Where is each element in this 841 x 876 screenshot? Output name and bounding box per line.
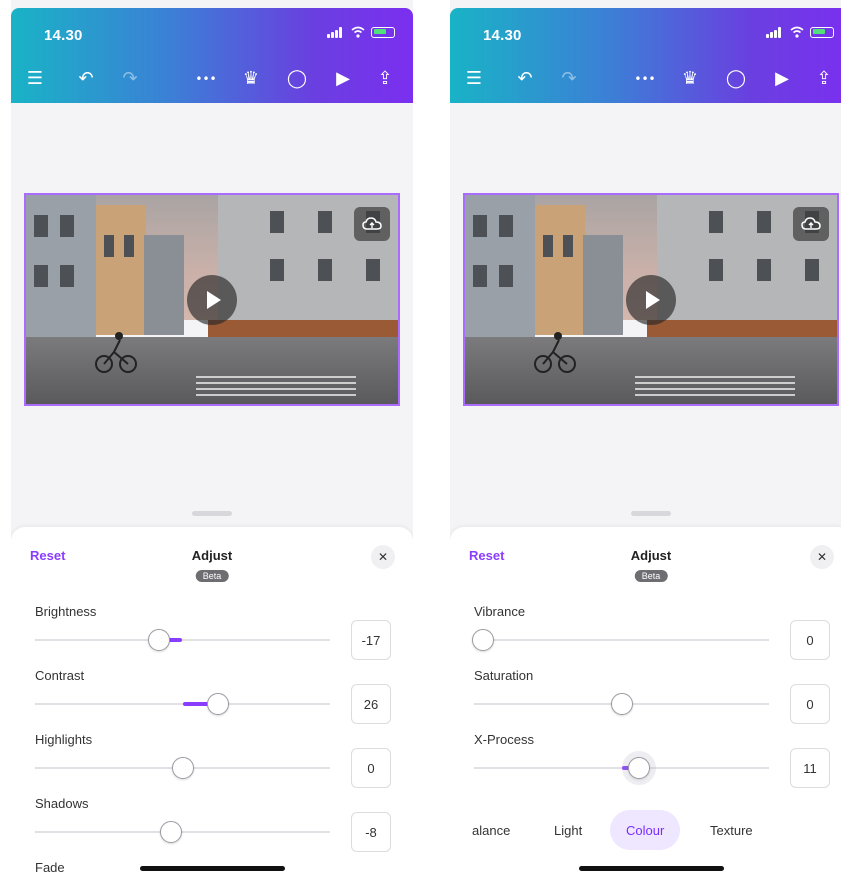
slider-track[interactable] [474,757,769,779]
slider-label: Vibrance [474,604,526,619]
top-bar: 14.30 ☰ ↶ ↷ ••• ♛ ◯ ▶ ⇪ [11,8,413,103]
slider-x-process: X-Process 11 [474,732,830,792]
value-input[interactable]: 11 [790,748,830,788]
phone-screen-left: 14.30 ☰ ↶ ↷ ••• ♛ ◯ ▶ ⇪ Reset Adjust Bet… [11,0,413,876]
home-indicator [579,866,724,871]
redo-icon[interactable]: ↷ [558,64,580,94]
slider-thumb[interactable] [206,693,229,715]
slider-label: Saturation [474,668,534,683]
video-element[interactable] [463,193,839,406]
adjust-category-tabs: alance Light Colour Texture [450,810,841,850]
value-input[interactable]: -8 [351,812,391,852]
value-input[interactable]: 0 [790,620,830,660]
undo-icon[interactable]: ↶ [514,64,536,94]
crown-icon[interactable]: ♛ [678,64,702,94]
video-element[interactable] [24,193,400,406]
status-icons [766,26,834,38]
slider-thumb[interactable] [147,629,170,651]
slider-label: Shadows [35,796,89,811]
phone-screen-right: 14.30 ☰ ↶ ↷ ••• ♛ ◯ ▶ ⇪ Reset Adjust Bet… [450,0,841,876]
undo-icon[interactable]: ↶ [75,64,97,94]
status-time: 14.30 [44,27,83,44]
signal-icon [766,26,784,38]
sheet-drag-handle[interactable] [631,511,671,516]
panel-title: Adjust [630,548,672,563]
panel-title: Adjust [191,548,233,563]
status-icons [327,26,395,38]
value-input[interactable]: 0 [790,684,830,724]
beta-badge: Beta [634,570,668,582]
beta-badge: Beta [195,570,229,582]
slider-track[interactable] [35,757,330,779]
slider-thumb[interactable] [159,821,182,843]
slider-highlights: Highlights 0 [35,732,391,792]
share-icon[interactable]: ⇪ [812,64,836,94]
tab-white-balance[interactable]: alance [472,810,510,850]
signal-icon [327,26,345,38]
comment-icon[interactable]: ◯ [724,64,748,94]
crown-icon[interactable]: ♛ [239,64,263,94]
battery-icon [371,26,395,38]
video-play-button[interactable] [187,274,237,325]
wifi-icon [351,26,365,38]
slider-track[interactable] [471,629,769,651]
slider-vibrance: Vibrance 0 [471,604,830,664]
slider-track[interactable] [35,629,330,651]
more-icon[interactable]: ••• [193,64,219,94]
slider-track[interactable] [35,693,330,715]
slider-thumb[interactable] [471,629,494,651]
menu-icon[interactable]: ☰ [25,64,45,94]
toolbar: ☰ ↶ ↷ ••• ♛ ◯ ▶ ⇪ [450,64,841,94]
tab-light[interactable]: Light [554,810,582,850]
status-time: 14.30 [483,27,522,44]
slider-label-fade: Fade [35,860,65,875]
toolbar: ☰ ↶ ↷ ••• ♛ ◯ ▶ ⇪ [11,64,413,94]
adjust-panel: Reset Adjust Beta ✕ Vibrance 0 Saturatio… [450,527,841,876]
play-icon[interactable]: ▶ [770,64,794,94]
design-canvas[interactable] [11,103,413,523]
adjust-panel: Reset Adjust Beta ✕ Brightness -17 Contr… [11,527,413,876]
tab-colour[interactable]: Colour [610,810,681,850]
slider-label: Brightness [35,604,97,619]
sheet-drag-handle[interactable] [192,511,232,516]
design-canvas[interactable] [450,103,841,523]
cloud-icon[interactable] [793,207,829,241]
slider-track[interactable] [474,693,769,715]
share-icon[interactable]: ⇪ [373,64,397,94]
slider-saturation: Saturation 0 [474,668,830,728]
top-bar: 14.30 ☰ ↶ ↷ ••• ♛ ◯ ▶ ⇪ [450,8,841,103]
slider-label: Contrast [35,668,85,683]
comment-icon[interactable]: ◯ [285,64,309,94]
close-icon[interactable]: ✕ [371,545,395,569]
value-input[interactable]: 26 [351,684,391,724]
menu-icon[interactable]: ☰ [464,64,484,94]
video-play-button[interactable] [626,274,676,325]
slider-label: X-Process [474,732,534,747]
value-input[interactable]: 0 [351,748,391,788]
slider-thumb[interactable] [628,757,651,779]
cloud-icon[interactable] [354,207,390,241]
play-icon[interactable]: ▶ [331,64,355,94]
redo-icon[interactable]: ↷ [119,64,141,94]
slider-shadows: Shadows -8 [35,796,391,856]
slider-track[interactable] [35,821,330,843]
wifi-icon [790,26,804,38]
slider-thumb[interactable] [610,693,633,715]
close-icon[interactable]: ✕ [810,545,834,569]
tab-texture[interactable]: Texture [710,810,753,850]
slider-label: Highlights [35,732,93,747]
slider-thumb[interactable] [171,757,194,779]
home-indicator [140,866,285,871]
battery-icon [810,26,834,38]
value-input[interactable]: -17 [351,620,391,660]
more-icon[interactable]: ••• [632,64,658,94]
slider-contrast: Contrast 26 [35,668,391,728]
slider-brightness: Brightness -17 [35,604,391,664]
